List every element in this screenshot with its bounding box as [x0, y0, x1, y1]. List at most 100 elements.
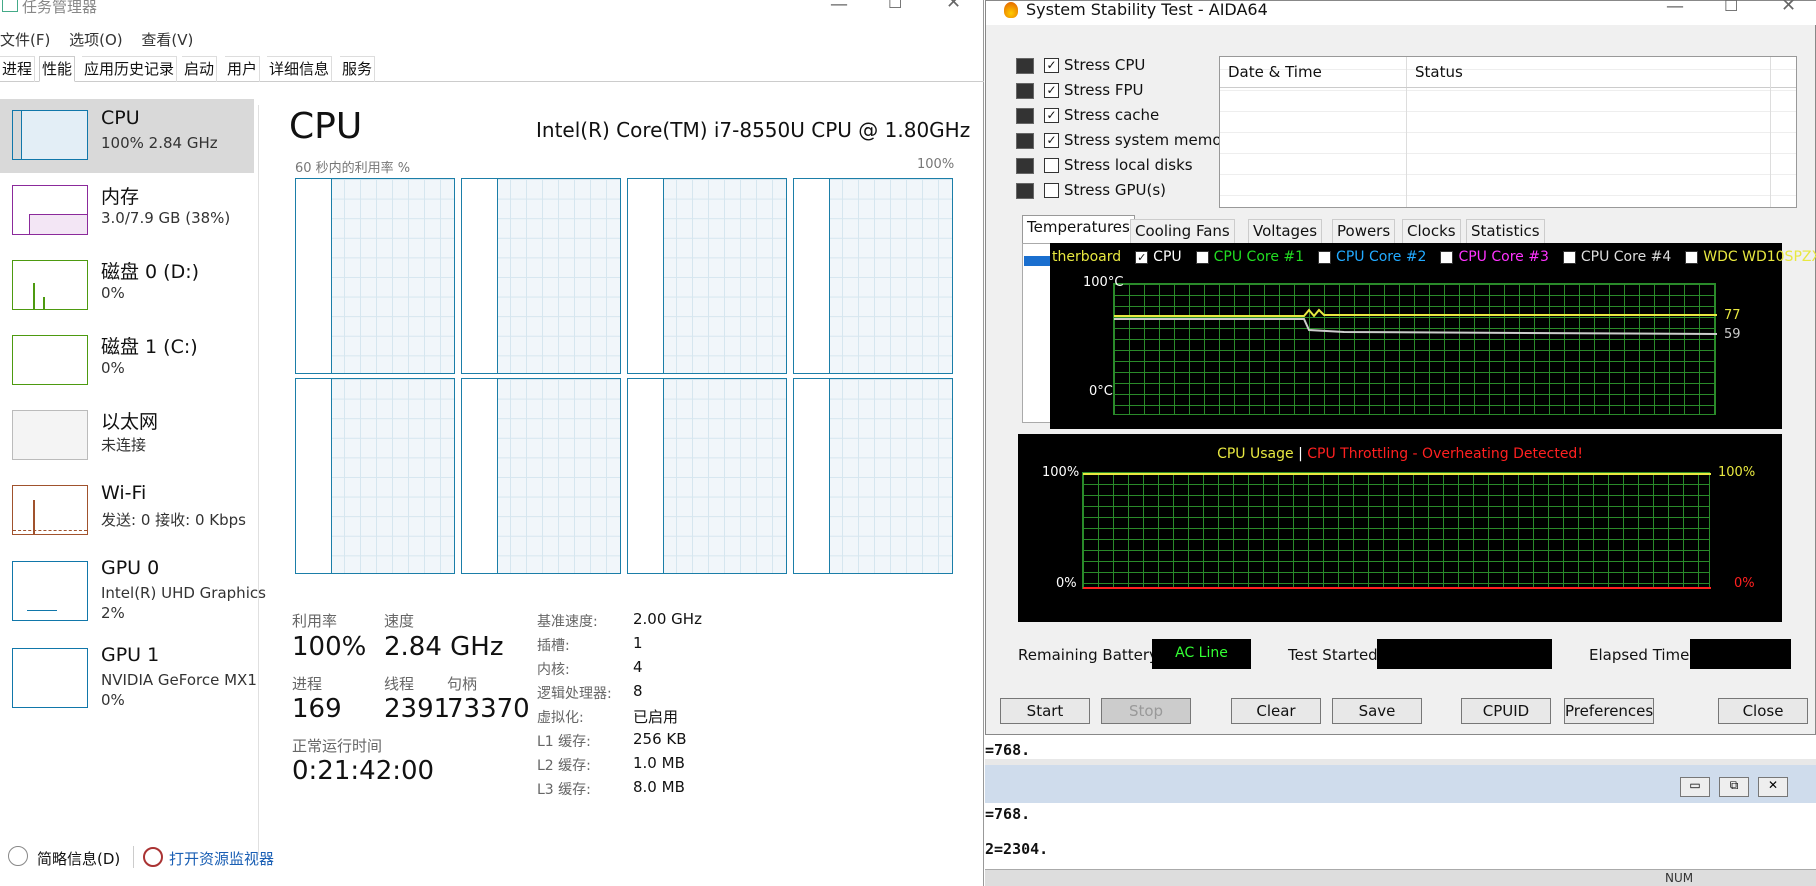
stress-cache-checkbox[interactable]: ✓	[1044, 108, 1059, 123]
clear-button[interactable]: Clear	[1231, 698, 1321, 724]
stress-cpu-option[interactable]: ✓ Stress CPU	[1016, 56, 1145, 74]
speed-value: 2.84 GHz	[384, 632, 504, 662]
close-icon[interactable]: ✕	[946, 0, 961, 12]
uptime-value: 0:21:42:00	[292, 756, 435, 786]
stress-gpu-option[interactable]: Stress GPU(s)	[1016, 181, 1166, 199]
open-resource-monitor-link[interactable]: 打开资源监视器	[169, 848, 274, 869]
temperature-grid	[1113, 283, 1717, 415]
legend-item[interactable]: CPU Core #2	[1318, 249, 1426, 265]
tab-services[interactable]: 服务	[340, 56, 376, 82]
console-line: =768.	[985, 805, 1031, 823]
legend-item[interactable]: WDC WD10SPZX-22Z	[1685, 249, 1816, 265]
temp-readout-board: 77	[1724, 308, 1741, 323]
cpuid-button[interactable]: CPUID	[1461, 698, 1551, 724]
tab-powers[interactable]: Powers	[1332, 219, 1396, 243]
sidebar-item-wifi[interactable]: Wi-Fi 发送: 0 接收: 0 Kbps	[0, 474, 254, 548]
handles-label: 句柄	[447, 675, 478, 693]
menu-file[interactable]: 文件(F)	[0, 31, 50, 49]
detail-label: L1 缓存:	[537, 734, 591, 750]
tab-voltages[interactable]: Voltages	[1248, 219, 1323, 243]
stress-gpu-checkbox[interactable]	[1044, 183, 1059, 198]
sidebar-item-value: 100% 2.84 GHz	[101, 134, 218, 152]
legend-item[interactable]: CPU Core #3	[1440, 249, 1549, 265]
battery-label: Remaining Battery:	[1018, 646, 1162, 664]
monitor-icon	[1016, 182, 1034, 199]
tab-performance[interactable]: 性能	[39, 56, 76, 82]
legend-checkbox[interactable]	[1685, 250, 1699, 264]
sidebar-item-label: Wi-Fi	[101, 482, 147, 504]
legend-checkbox[interactable]	[1195, 250, 1209, 264]
usage-axis-min: 0%	[1056, 576, 1077, 591]
cache-icon	[1016, 107, 1034, 124]
option-label: Stress system memory	[1064, 131, 1237, 149]
save-button[interactable]: Save	[1332, 698, 1422, 724]
collapse-icon[interactable]	[8, 846, 28, 866]
tab-details[interactable]: 详细信息	[267, 56, 333, 82]
temperature-legend: therboard ✓ CPU CPU Core #1 CPU Core #2 CPU C…	[1052, 249, 1816, 265]
tab-app-history[interactable]: 应用历史记录	[82, 56, 178, 82]
legend-checkbox[interactable]	[1318, 250, 1332, 264]
threads-label: 线程	[384, 675, 415, 693]
tab-users[interactable]: 用户	[225, 56, 261, 82]
stress-disks-option[interactable]: Stress local disks	[1016, 156, 1193, 174]
legend-label: CPU Core #3	[1458, 249, 1549, 265]
disk-icon	[1016, 157, 1034, 174]
stress-fpu-checkbox[interactable]: ✓	[1044, 83, 1059, 98]
stress-memory-checkbox[interactable]: ✓	[1044, 133, 1059, 148]
close-icon[interactable]: ✕	[1781, 0, 1796, 15]
tab-clocks[interactable]: Clocks	[1402, 219, 1461, 243]
legend-item[interactable]: CPU Core #1	[1195, 249, 1304, 265]
maximize-icon[interactable]: ☐	[1724, 0, 1738, 15]
tab-statistics[interactable]: Statistics	[1466, 219, 1545, 243]
tab-startup[interactable]: 启动	[182, 56, 218, 82]
tab-processes[interactable]: 进程	[0, 56, 36, 82]
legend-item[interactable]: ✓ CPU	[1135, 249, 1182, 265]
detail-label: L3 缓存:	[537, 782, 591, 798]
legend-item[interactable]: therboard	[1052, 249, 1121, 265]
utilization-label: 利用率	[292, 612, 338, 630]
stress-cache-option[interactable]: ✓ Stress cache	[1016, 106, 1159, 124]
minimize-icon[interactable]: —	[830, 0, 848, 14]
legend-label: CPU Core #2	[1336, 249, 1427, 265]
legend-checkbox[interactable]	[1440, 250, 1454, 264]
stress-disks-checkbox[interactable]	[1044, 158, 1059, 173]
sidebar-item-ethernet[interactable]: 以太网 未连接	[0, 399, 254, 473]
processes-label: 进程	[292, 675, 323, 693]
minimize-icon[interactable]: ▭	[1680, 777, 1710, 797]
stop-button[interactable]: Stop	[1101, 698, 1191, 724]
legend-checkbox[interactable]: ✓	[1135, 250, 1149, 264]
sidebar-item-cpu[interactable]: CPU 100% 2.84 GHz	[0, 99, 254, 173]
stress-fpu-option[interactable]: ✓ Stress FPU	[1016, 81, 1144, 99]
stress-memory-option[interactable]: ✓ Stress system memory	[1016, 131, 1237, 149]
tab-cooling-fans[interactable]: Cooling Fans	[1130, 219, 1235, 243]
tab-temperatures[interactable]: Temperatures	[1022, 215, 1135, 243]
menu-view[interactable]: 查看(V)	[141, 31, 193, 49]
disk1-thumbnail-graph	[12, 335, 88, 385]
wifi-thumbnail-graph	[12, 485, 88, 535]
legend-item[interactable]: CPU Core #4	[1562, 249, 1671, 265]
threads-value: 2391	[384, 694, 451, 724]
close-button[interactable]: Close	[1718, 698, 1808, 724]
sidebar-item-gpu0[interactable]: GPU 0 Intel(R) UHD Graphics 2%	[0, 549, 266, 635]
sidebar-item-memory[interactable]: 内存 3.0/7.9 GB (38%)	[0, 174, 254, 248]
restore-icon[interactable]: ⧉	[1719, 777, 1749, 797]
option-label: Stress GPU(s)	[1064, 181, 1167, 199]
sidebar-item-disk1[interactable]: 磁盘 1 (C:) 0%	[0, 324, 254, 398]
temp-axis-max: 100°C	[1083, 275, 1124, 290]
minimize-icon[interactable]: —	[1666, 0, 1684, 16]
menu-options[interactable]: 选项(O)	[69, 31, 123, 49]
fewer-details-link[interactable]: 简略信息(D)	[37, 848, 120, 869]
start-button[interactable]: Start	[1000, 698, 1090, 724]
sidebar-item-disk0[interactable]: 磁盘 0 (D:) 0%	[0, 249, 254, 323]
page-title: CPU	[289, 106, 363, 147]
detail-value: 1.0 MB	[633, 754, 685, 772]
maximize-icon[interactable]: ☐	[888, 0, 902, 11]
logical-cpu-graph	[627, 378, 787, 574]
logical-cpu-graph	[793, 178, 953, 374]
stress-cpu-checkbox[interactable]: ✓	[1044, 58, 1059, 73]
sidebar-item-gpu1[interactable]: GPU 1 NVIDIA GeForce MX1 0%	[0, 636, 257, 722]
legend-checkbox[interactable]	[1562, 250, 1576, 264]
background-window: =768. ▭ ⧉ ✕ =768. 2=2304. NUM	[985, 735, 1816, 886]
close-icon[interactable]: ✕	[1758, 777, 1788, 797]
preferences-button[interactable]: Preferences	[1564, 698, 1654, 724]
